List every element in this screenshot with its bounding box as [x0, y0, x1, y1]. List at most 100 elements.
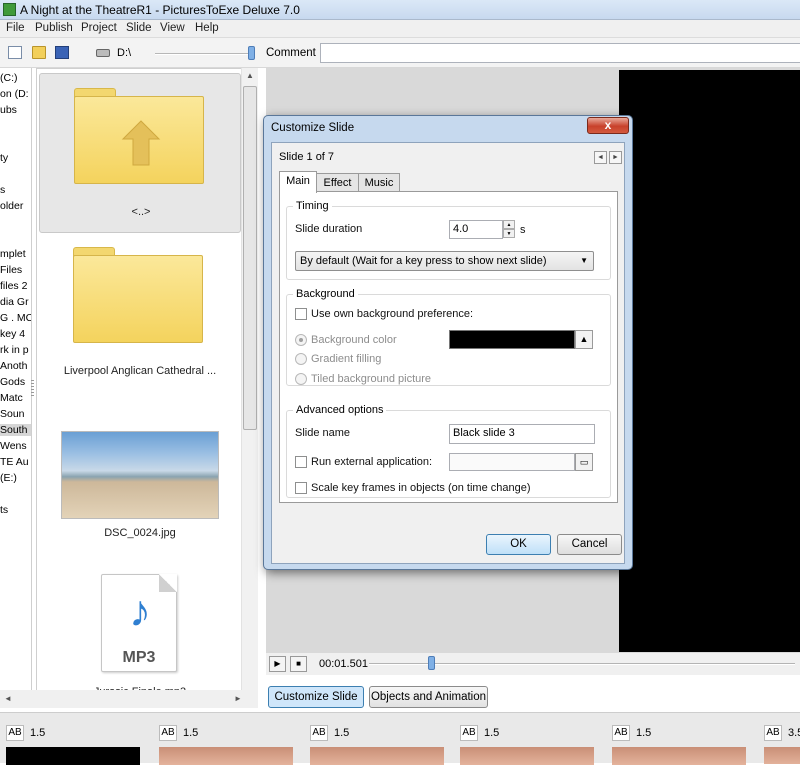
- scroll-up-button[interactable]: ▲: [242, 68, 258, 84]
- playback-bar: ▶ ■ 00:01.501: [266, 653, 800, 675]
- thumbnail-size-slider-thumb[interactable]: [248, 46, 255, 60]
- tree-item[interactable]: G . MC: [0, 312, 31, 324]
- slide-item[interactable]: AB 3.5: [764, 721, 800, 764]
- slide-item[interactable]: AB 1.5: [159, 721, 299, 765]
- stepper-up-icon[interactable]: ▲: [503, 220, 515, 229]
- stop-button[interactable]: ■: [290, 656, 307, 672]
- use-own-background-label: Use own background preference:: [311, 308, 474, 320]
- browse-folder-icon[interactable]: ▭: [575, 453, 593, 471]
- slide-thumbnail: [460, 747, 594, 765]
- scroll-right-button[interactable]: ►: [230, 691, 246, 707]
- tab-main[interactable]: Main: [279, 171, 317, 193]
- use-own-background-checkbox[interactable]: [295, 308, 307, 320]
- tree-item[interactable]: ty: [0, 152, 8, 164]
- dialog-title: Customize Slide: [271, 122, 355, 134]
- tree-item[interactable]: (C:): [0, 72, 18, 84]
- slide-duration: 1.5: [334, 727, 350, 739]
- transition-badge: AB: [310, 725, 328, 741]
- slide-counter: Slide 1 of 7: [279, 151, 335, 163]
- open-folder-icon[interactable]: [32, 46, 46, 59]
- file-label: Liverpool Anglican Cathedral ...: [63, 365, 217, 377]
- tree-item[interactable]: (E:): [0, 472, 17, 484]
- tree-item[interactable]: Matc: [0, 392, 23, 404]
- background-color-radio[interactable]: [295, 334, 307, 346]
- color-picker-button[interactable]: ▲: [575, 330, 593, 349]
- menu-help[interactable]: Help: [195, 22, 219, 34]
- tree-item[interactable]: ubs: [0, 104, 17, 116]
- main-tab-panel: Timing Slide duration 4.0 ▲ ▼ s By defau…: [279, 191, 618, 503]
- tree-item[interactable]: s: [0, 184, 5, 196]
- save-icon[interactable]: [55, 46, 69, 59]
- tree-item[interactable]: older: [0, 200, 23, 212]
- stepper-down-icon[interactable]: ▼: [503, 229, 515, 238]
- tree-item[interactable]: Files: [0, 264, 22, 276]
- transition-badge: AB: [460, 725, 478, 741]
- tree-item[interactable]: mplet: [0, 248, 26, 260]
- tiled-picture-label: Tiled background picture: [311, 373, 432, 385]
- tree-item[interactable]: Anoth: [0, 360, 27, 372]
- thumbnail-size-slider-track[interactable]: [155, 53, 255, 55]
- tree-item[interactable]: key 4: [0, 328, 25, 340]
- folder-tree[interactable]: (C:) on (D: ubs ty s older mplet Files f…: [0, 68, 32, 708]
- scroll-left-button[interactable]: ◄: [0, 691, 16, 707]
- menu-project[interactable]: Project: [81, 22, 117, 34]
- previous-slide-arrow-icon[interactable]: ◄: [594, 151, 607, 164]
- close-icon[interactable]: x: [587, 117, 629, 134]
- music-note-icon: ♪: [129, 587, 151, 636]
- slide-item[interactable]: AB 1.5: [310, 721, 450, 765]
- slide-duration-input[interactable]: 4.0: [449, 220, 503, 239]
- tree-item[interactable]: Wens: [0, 440, 27, 452]
- tree-item[interactable]: dia Gr: [0, 296, 29, 308]
- file-item-folder[interactable]: Liverpool Anglican Cathedral ...: [39, 239, 241, 399]
- customize-slide-button[interactable]: Customize Slide: [268, 686, 364, 708]
- tree-item-selected[interactable]: South: [0, 424, 31, 436]
- tab-music[interactable]: Music: [358, 173, 400, 192]
- tree-item[interactable]: rk in p: [0, 344, 29, 356]
- comment-input[interactable]: [320, 43, 800, 63]
- tree-item[interactable]: TE Au: [0, 456, 29, 468]
- menu-view[interactable]: View: [160, 22, 185, 34]
- cancel-button[interactable]: Cancel: [557, 534, 622, 555]
- tree-item[interactable]: on (D:: [0, 88, 29, 100]
- tiled-picture-radio[interactable]: [295, 373, 307, 385]
- scroll-thumb[interactable]: [243, 86, 257, 430]
- menu-file[interactable]: File: [6, 22, 25, 34]
- slide-thumbnail: [6, 747, 140, 765]
- slide-item[interactable]: AB 1.5: [6, 721, 146, 765]
- drive-icon[interactable]: [96, 49, 110, 57]
- new-file-icon[interactable]: [8, 46, 22, 59]
- tree-item[interactable]: ts: [0, 504, 8, 516]
- slide-item[interactable]: AB 1.5: [460, 721, 600, 765]
- tree-item[interactable]: Soun: [0, 408, 25, 420]
- tree-item[interactable]: files 2: [0, 280, 27, 292]
- file-item-parent[interactable]: <..>: [39, 73, 241, 233]
- file-item-image[interactable]: DSC_0024.jpg: [39, 431, 241, 591]
- folder-icon: [73, 247, 203, 343]
- play-button[interactable]: ▶: [269, 656, 286, 672]
- menu-slide[interactable]: Slide: [126, 22, 152, 34]
- next-slide-arrow-icon[interactable]: ►: [609, 151, 622, 164]
- toolbar: D:\ Comment: [0, 38, 800, 68]
- ok-button[interactable]: OK: [486, 534, 551, 555]
- scale-keyframes-checkbox[interactable]: [295, 482, 307, 494]
- menu-publish[interactable]: Publish: [35, 22, 73, 34]
- file-browser-scrollbar[interactable]: ▲ ▼: [241, 68, 258, 708]
- splitter-grip[interactable]: [31, 380, 34, 396]
- background-color-swatch[interactable]: [449, 330, 575, 349]
- file-item-audio[interactable]: ♪ MP3 Jurasic Finale.mp3: [39, 574, 241, 707]
- slide-item[interactable]: AB 1.5: [612, 721, 752, 765]
- playback-position-thumb[interactable]: [428, 656, 435, 670]
- run-external-checkbox[interactable]: [295, 456, 307, 468]
- slide-name-input[interactable]: Black slide 3: [449, 424, 595, 444]
- objects-animation-button[interactable]: Objects and Animation: [369, 686, 488, 708]
- horizontal-scrollbar[interactable]: [0, 690, 258, 708]
- gradient-filling-radio[interactable]: [295, 353, 307, 365]
- gradient-filling-label: Gradient filling: [311, 353, 382, 365]
- slide-thumbnail: [612, 747, 746, 765]
- duration-stepper[interactable]: ▲ ▼: [503, 220, 515, 239]
- advance-mode-select[interactable]: By default (Wait for a key press to show…: [295, 251, 594, 271]
- tree-item[interactable]: Gods: [0, 376, 25, 388]
- tab-effect[interactable]: Effect: [316, 173, 359, 192]
- file-label: <..>: [131, 206, 151, 218]
- external-app-input[interactable]: [449, 453, 575, 471]
